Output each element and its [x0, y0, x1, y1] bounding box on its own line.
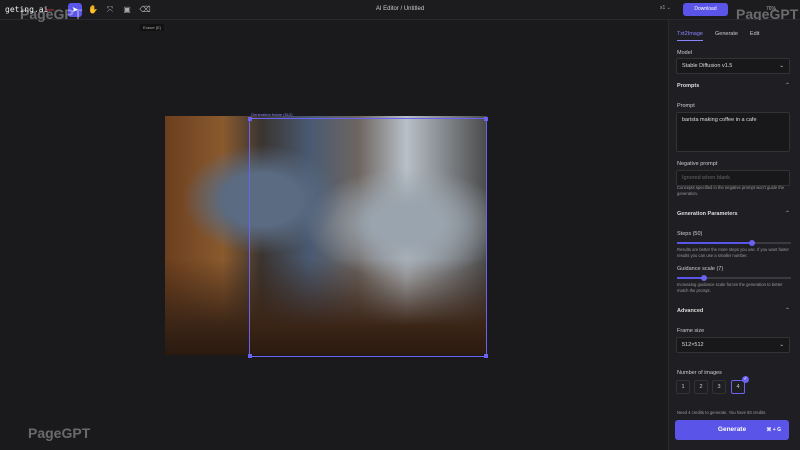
num-images-2[interactable]: 2	[694, 380, 708, 394]
steps-help: Results are better the more steps you us…	[677, 247, 789, 258]
watermark: PageGPT	[20, 6, 83, 22]
resize-handle[interactable]	[248, 117, 252, 121]
generate-button[interactable]: Generate ⌘ + G	[675, 420, 789, 440]
slider-knob[interactable]	[701, 275, 708, 281]
steps-slider[interactable]	[677, 240, 791, 246]
prompt-input[interactable]: barista making coffee in a cafe	[676, 112, 790, 152]
shortcut-hint: ⌘ + G	[766, 427, 781, 433]
frame-size-select[interactable]: 512×512 ⌄	[676, 337, 790, 353]
negative-prompt-help: Concepts specified in the negative promp…	[677, 185, 785, 196]
top-bar: geting.ai beta ➤ ✋ ⤧ ▣ ⌫ AI Editor / Unt…	[0, 0, 800, 20]
model-select[interactable]: Stable Diffusion v1.5 ⌄	[676, 58, 790, 74]
negative-prompt-input[interactable]: Ignored when blank	[676, 170, 790, 186]
prompts-section[interactable]: Prompts	[677, 83, 699, 89]
scale-select[interactable]: x1 ⌄	[660, 5, 671, 11]
document-title: AI Editor / Untitled	[375, 6, 425, 12]
model-label: Model	[677, 50, 692, 56]
check-icon: ✓	[742, 376, 749, 383]
guidance-slider[interactable]	[677, 275, 791, 281]
guidance-help: Increasing guidance scale forces the gen…	[677, 282, 783, 293]
prompt-label: Prompt	[677, 103, 695, 109]
chevron-up-icon[interactable]: ⌃	[785, 210, 790, 217]
guidance-label: Guidance scale (7)	[677, 266, 724, 272]
credits-note: Need 4 credits to generate. You have 83 …	[677, 410, 767, 415]
slider-knob[interactable]	[749, 240, 756, 246]
negative-prompt-label: Negative prompt	[677, 161, 718, 167]
tab-edit[interactable]: Edit	[750, 31, 759, 41]
frame-size-label: Frame size	[677, 328, 705, 334]
eraser-tooltip: Eraser [E]	[140, 24, 164, 31]
watermark: PageGPT	[28, 425, 91, 441]
num-images-1[interactable]: 1	[676, 380, 690, 394]
num-images-3[interactable]: 3	[712, 380, 726, 394]
chevron-up-icon[interactable]: ⌃	[785, 82, 790, 89]
tab-generate[interactable]: Generate	[715, 31, 738, 41]
resize-handle[interactable]	[484, 117, 488, 121]
download-label: Download	[694, 6, 717, 12]
download-button[interactable]: Download	[683, 3, 728, 16]
tab-txt2image[interactable]: Txt2Image	[677, 31, 703, 41]
generation-parameters-section[interactable]: Generation Parameters	[677, 211, 738, 217]
frame-size-value: 512×512	[682, 342, 704, 348]
resize-handle[interactable]	[248, 354, 252, 358]
chevron-down-icon: ⌄	[779, 342, 784, 348]
chevron-down-icon: ⌄	[779, 63, 784, 69]
generation-frame[interactable]	[248, 117, 488, 358]
advanced-section[interactable]: Advanced	[677, 308, 703, 314]
model-value: Stable Diffusion v1.5	[682, 63, 733, 69]
steps-label: Steps (50)	[677, 231, 703, 237]
chevron-up-icon[interactable]: ⌃	[785, 307, 790, 314]
frame-label: Generation frame (512)	[251, 112, 293, 117]
resize-handle[interactable]	[484, 354, 488, 358]
generate-label: Generate	[717, 426, 747, 433]
number-of-images-label: Number of images	[677, 370, 722, 376]
